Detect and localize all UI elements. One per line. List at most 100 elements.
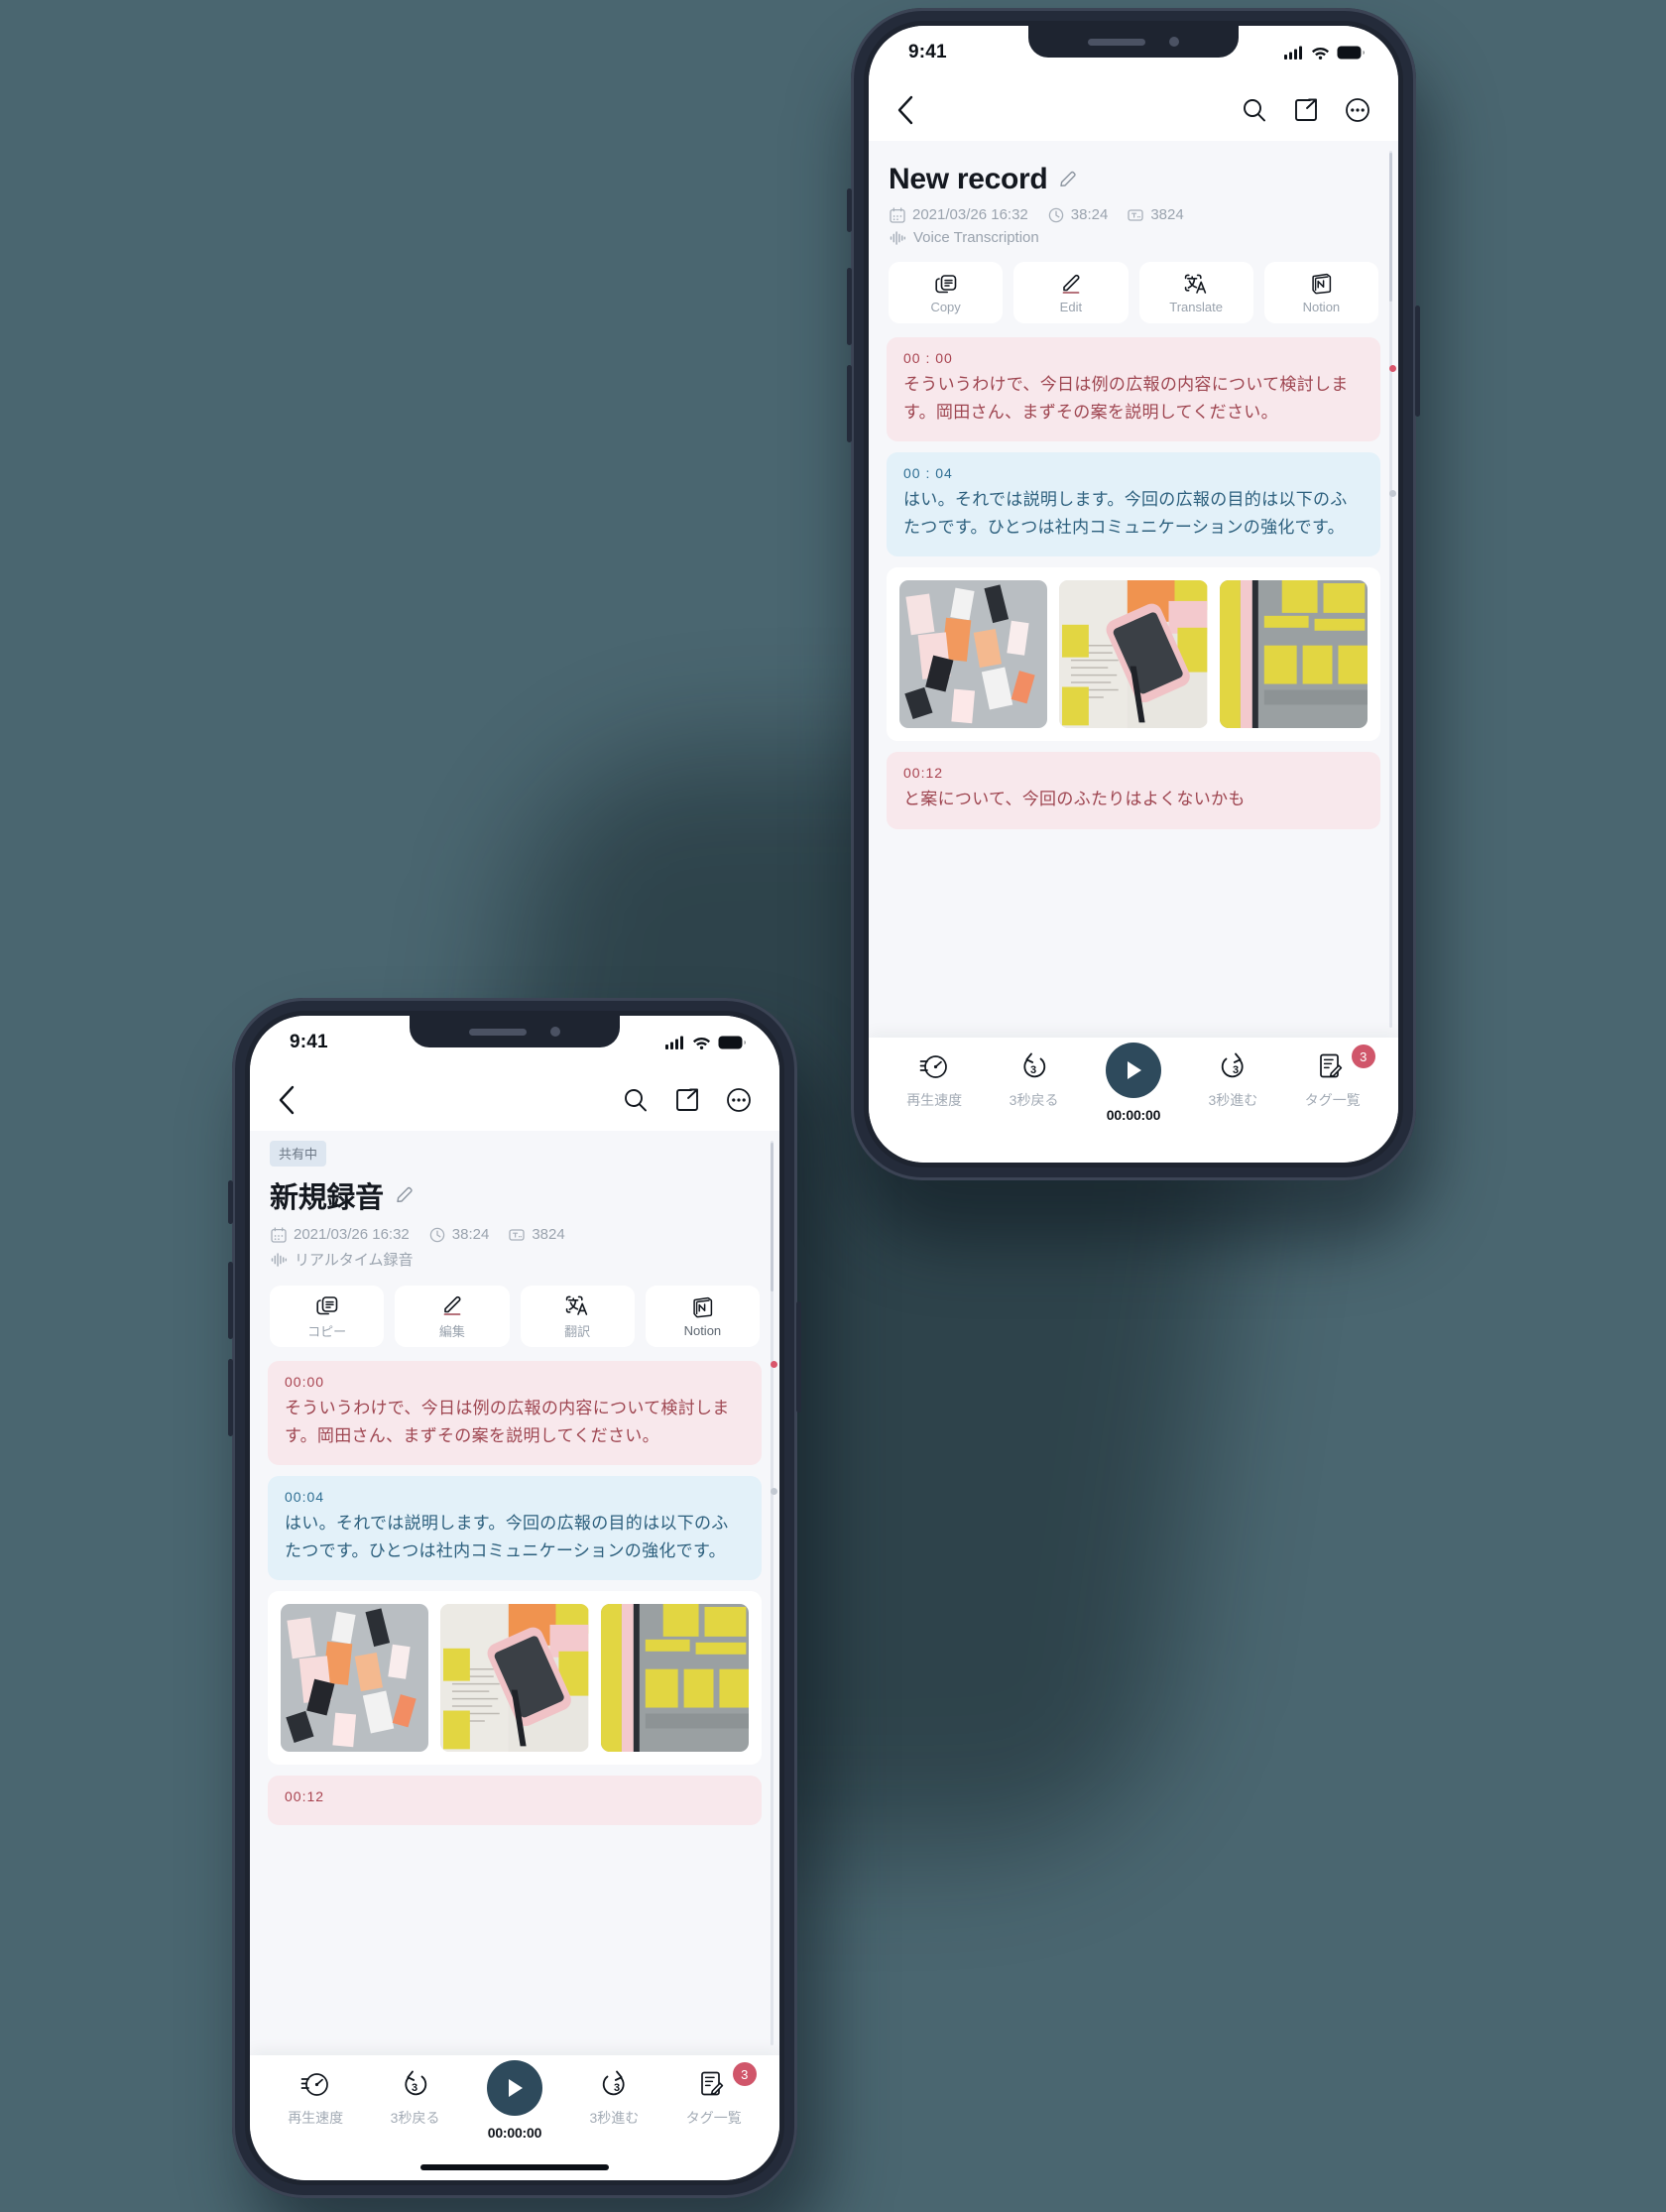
chevron-left-icon[interactable]	[278, 1085, 296, 1115]
audio-player-bar: 再生速度 3 3秒戻る 00:00:00 3 3秒進む 3 タグ一覧	[869, 1038, 1398, 1163]
transcript-timestamp: 00 : 00	[903, 350, 953, 366]
image-thumbnail[interactable]	[281, 1604, 429, 1753]
notion-button[interactable]: Notion	[645, 1286, 760, 1347]
waveform-icon	[890, 230, 906, 245]
transcript-bubble[interactable]: 00:12 と案について、今回のふたりはよくないかも	[887, 752, 1380, 829]
forward-3-icon: 3	[1218, 1051, 1248, 1081]
calendar-icon	[271, 1226, 287, 1243]
playback-speed-button[interactable]: 再生速度	[285, 2069, 346, 2128]
copy-icon	[934, 272, 958, 296]
meta-charcount: 3824	[509, 1226, 565, 1243]
tag-list-button[interactable]: 3 タグ一覧	[683, 2062, 757, 2128]
volume-up-button[interactable]	[228, 1262, 233, 1339]
chevron-left-icon[interactable]	[896, 95, 914, 125]
more-circle-icon[interactable]	[726, 1087, 752, 1113]
share-export-icon[interactable]	[1293, 97, 1319, 123]
scrollbar-thumb[interactable]	[771, 1143, 774, 1291]
status-bar: 9:41	[869, 26, 1398, 79]
meta-date: 2021/03/26 16:32	[890, 206, 1028, 223]
status-time: 9:41	[908, 42, 947, 62]
record-source-text: リアルタイム録音	[295, 1252, 414, 1269]
transcript-bubble[interactable]: 00:00 そういうわけで、今日は例の広報の内容について検討します。岡田さん、ま…	[268, 1361, 762, 1466]
power-button[interactable]	[796, 1301, 801, 1413]
volume-down-button[interactable]	[847, 365, 852, 442]
forward-3s-button[interactable]: 3 3秒進む	[583, 2069, 645, 2128]
svg-text:3: 3	[1030, 1064, 1036, 1076]
status-indicators	[1284, 46, 1365, 60]
image-thumbnail[interactable]	[440, 1604, 589, 1753]
tag-marker-dot[interactable]	[771, 1361, 777, 1368]
phone-bezel: 9:41	[245, 1011, 784, 2185]
transcript-content-scroll[interactable]: 共有中 新規録音 2021/03/26 16:32 38:24 3824 リアル…	[250, 1131, 779, 2055]
timeline-marker-dot[interactable]	[771, 1488, 777, 1495]
pencil-icon[interactable]	[1058, 170, 1078, 189]
notion-button-label: Notion	[1302, 299, 1341, 314]
image-thumbnail[interactable]	[600, 1604, 749, 1753]
transcript-bubble[interactable]: 00:04 はい。それでは説明します。今回の広報の目的は以下のふたつです。ひとつ…	[268, 1476, 762, 1581]
search-icon[interactable]	[1242, 97, 1267, 123]
pencil-icon[interactable]	[395, 1185, 415, 1205]
transcript-bubble[interactable]: 00 : 00 そういうわけで、今日は例の広報の内容について検討します。岡田さん…	[887, 337, 1380, 442]
tag-marker-dot[interactable]	[1389, 365, 1396, 372]
play-circle[interactable]	[486, 2060, 542, 2116]
playback-speed-button[interactable]: 再生速度	[903, 1051, 965, 1110]
notch	[1028, 26, 1239, 58]
record-source-row: リアルタイム録音	[268, 1243, 762, 1270]
forward-3s-label: 3秒進む	[589, 2110, 640, 2126]
attached-images-card	[268, 1591, 762, 1766]
record-meta-row: 2021/03/26 16:32 38:24 3824	[268, 1218, 762, 1243]
image-thumbnail[interactable]	[899, 580, 1048, 729]
transcript-timestamp: 00 : 04	[903, 465, 953, 482]
transcript-timestamp: 00:12	[903, 765, 944, 782]
play-button[interactable]: 00:00:00	[1103, 1043, 1164, 1123]
translate-button[interactable]: 翻訳	[520, 1286, 635, 1347]
copy-button[interactable]: コピー	[270, 1286, 385, 1347]
edit-button-label: 編集	[438, 1323, 465, 1339]
translate-button[interactable]: Translate	[1138, 262, 1253, 323]
status-indicators	[665, 1036, 746, 1049]
waveform-icon	[271, 1252, 288, 1267]
rewind-3s-button[interactable]: 3 3秒戻る	[385, 2069, 446, 2128]
image-thumbnail[interactable]	[1219, 580, 1368, 729]
copy-icon	[315, 1293, 339, 1317]
power-button[interactable]	[1415, 306, 1420, 417]
rewind-3s-button[interactable]: 3 3秒戻る	[1004, 1051, 1065, 1110]
svg-text:3: 3	[614, 2082, 620, 2094]
volume-down-button[interactable]	[228, 1359, 233, 1436]
status-bar: 9:41	[250, 1016, 779, 1069]
image-thumbnail[interactable]	[1059, 580, 1208, 729]
transcript-content-scroll[interactable]: New record 2021/03/26 16:32 38:24 3824 V…	[869, 141, 1398, 1038]
meta-date: 2021/03/26 16:32	[271, 1226, 410, 1243]
scrollbar-thumb[interactable]	[1389, 153, 1392, 302]
rewind-3-icon: 3	[401, 2069, 430, 2099]
search-icon[interactable]	[623, 1087, 649, 1113]
play-circle[interactable]	[1105, 1043, 1161, 1098]
notion-icon	[690, 1295, 714, 1319]
edit-button[interactable]: Edit	[1013, 262, 1129, 323]
forward-3s-button[interactable]: 3 3秒進む	[1202, 1051, 1263, 1110]
page-title: New record	[889, 163, 1048, 195]
record-source-text: Voice Transcription	[913, 229, 1039, 246]
share-export-icon[interactable]	[674, 1087, 700, 1113]
edit-button[interactable]: 編集	[395, 1286, 510, 1347]
timeline-marker-dot[interactable]	[1389, 490, 1396, 497]
meta-duration-text: 38:24	[451, 1226, 490, 1243]
play-button[interactable]: 00:00:00	[484, 2060, 545, 2141]
tag-list-button[interactable]: 3 タグ一覧	[1302, 1045, 1375, 1110]
translate-button-label: 翻訳	[564, 1323, 591, 1339]
meta-charcount-text: 3824	[532, 1226, 565, 1243]
cellular-bars-icon	[1284, 46, 1304, 60]
notion-button[interactable]: Notion	[1263, 262, 1378, 323]
transcript-bubble[interactable]: 00 : 04 はい。それでは説明します。今回の広報の目的は以下のふたつです。ひ…	[887, 452, 1380, 557]
mute-switch[interactable]	[228, 1180, 233, 1224]
volume-up-button[interactable]	[847, 268, 852, 345]
meta-duration: 38:24	[429, 1226, 490, 1243]
mute-switch[interactable]	[847, 188, 852, 232]
meta-date-text: 2021/03/26 16:32	[294, 1226, 410, 1243]
copy-button[interactable]: Copy	[889, 262, 1004, 323]
more-circle-icon[interactable]	[1345, 97, 1370, 123]
current-time-label: 00:00:00	[1106, 1107, 1161, 1123]
meta-charcount-text: 3824	[1150, 206, 1184, 223]
transcript-bubble[interactable]: 00:12	[268, 1776, 762, 1826]
front-camera	[550, 1027, 560, 1037]
